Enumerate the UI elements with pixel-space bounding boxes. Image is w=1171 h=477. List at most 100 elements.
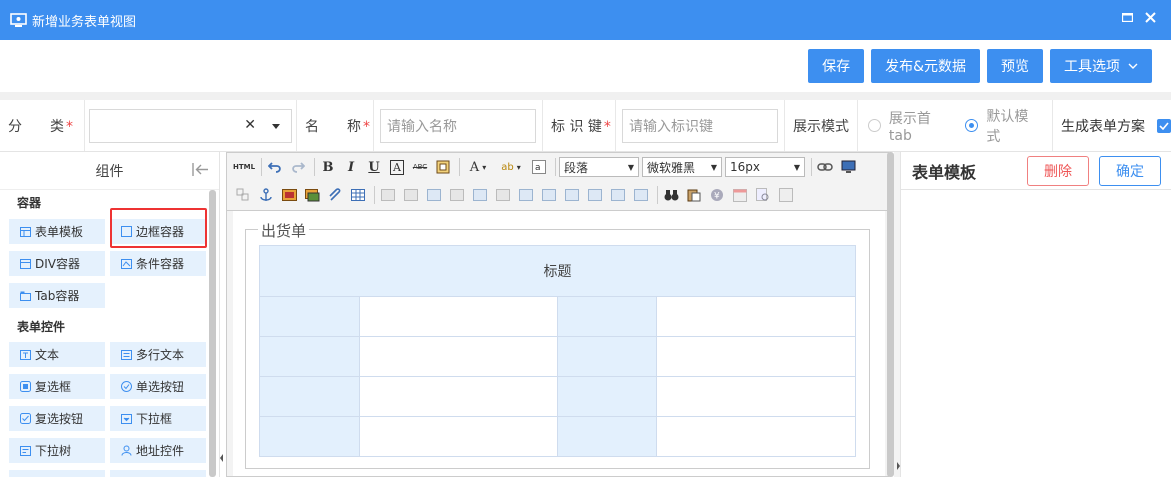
table-label-cell[interactable] — [557, 376, 658, 417]
calendar-icon[interactable] — [730, 185, 750, 205]
delete-table-icon[interactable] — [378, 185, 398, 205]
person-icon — [120, 445, 132, 457]
collapse-left-icon[interactable] — [192, 163, 209, 180]
font-color-button[interactable]: A ▾ — [463, 157, 493, 177]
highlight-color-button[interactable]: ab ▾ — [496, 157, 526, 177]
font-border-icon[interactable]: A — [387, 157, 407, 177]
components-scrollbar[interactable] — [209, 190, 216, 477]
close-icon[interactable] — [1144, 11, 1157, 24]
split-rows-icon[interactable] — [608, 185, 628, 205]
font-family-select[interactable]: 微软雅黑 ▼ — [642, 157, 722, 177]
split-cells-icon[interactable] — [585, 185, 605, 205]
preview-button[interactable]: 预览 — [987, 49, 1043, 83]
unlink-icon[interactable] — [233, 185, 253, 205]
insert-col-icon[interactable] — [470, 185, 490, 205]
table-value-cell[interactable] — [656, 336, 856, 377]
blank-doc-icon[interactable] — [776, 185, 796, 205]
format-painter-icon[interactable] — [433, 157, 453, 177]
table-label-cell[interactable] — [557, 416, 658, 457]
table-value-cell[interactable] — [656, 376, 856, 417]
font-size-select[interactable]: 16px ▼ — [725, 157, 805, 177]
table-value-cell[interactable] — [358, 296, 559, 337]
multi-image-icon[interactable] — [302, 185, 322, 205]
category-select[interactable]: ✕ — [89, 108, 292, 143]
key-input[interactable]: 请输入标识键 — [622, 108, 778, 143]
table-label-cell[interactable] — [259, 376, 360, 417]
table-label-cell[interactable] — [259, 416, 360, 457]
underline-button[interactable]: U — [364, 157, 384, 177]
comp-tab-container[interactable]: Tab容器 — [9, 283, 105, 308]
radio-first-tab[interactable]: 展示首tab — [868, 108, 953, 144]
table-label-cell[interactable] — [259, 296, 360, 337]
display-mode-options: 展示首tab 默认模式 — [858, 100, 1053, 151]
comp-text[interactable]: 文本 — [9, 342, 105, 367]
comp-checkbox[interactable]: 复选框 — [9, 374, 105, 399]
section-form-controls: 表单控件 — [17, 320, 66, 334]
table-value-cell[interactable] — [656, 416, 856, 457]
split-cols-icon[interactable] — [631, 185, 651, 205]
currency-icon[interactable]: ¥ — [707, 185, 727, 205]
table-value-cell[interactable] — [358, 376, 559, 417]
generate-checkbox[interactable] — [1157, 118, 1171, 133]
document-page[interactable]: 出货单 标题 — [233, 211, 885, 476]
bold-button[interactable]: B — [318, 157, 338, 177]
comp-dropdown[interactable]: 下拉框 — [110, 406, 206, 431]
merge-down-icon[interactable] — [562, 185, 582, 205]
undo-icon[interactable] — [265, 157, 285, 177]
comp-partial[interactable] — [9, 470, 105, 477]
table-label-cell[interactable] — [557, 296, 658, 337]
maximize-icon[interactable] — [1121, 11, 1134, 24]
paragraph-select[interactable]: 段落 ▼ — [559, 157, 639, 177]
comp-partial[interactable] — [110, 470, 206, 477]
expand-left-arrow-icon[interactable] — [219, 452, 224, 467]
generate-cell: 生成表单方案 — [1053, 100, 1171, 151]
comp-radio[interactable]: 单选按钮 — [110, 374, 206, 399]
panel-splitter[interactable] — [894, 152, 901, 477]
binoculars-icon[interactable] — [661, 185, 681, 205]
caption-icon[interactable] — [401, 185, 421, 205]
preview-monitor-icon[interactable] — [838, 157, 858, 177]
caret-down-icon[interactable] — [272, 123, 280, 129]
table-label-cell[interactable] — [557, 336, 658, 377]
comp-check-button[interactable]: 复选按钮 — [9, 406, 105, 431]
delete-row-icon[interactable] — [447, 185, 467, 205]
insert-row-icon[interactable] — [424, 185, 444, 205]
insert-table-icon[interactable] — [348, 185, 368, 205]
name-input[interactable]: 请输入名称 — [380, 108, 536, 143]
merge-right-icon[interactable] — [539, 185, 559, 205]
border-container-fieldset[interactable]: 出货单 标题 — [245, 220, 870, 469]
comp-dropdown-tree[interactable]: 下拉树 — [9, 438, 105, 463]
comp-div-container[interactable]: DIV容器 — [9, 251, 105, 276]
comp-multiline-text[interactable]: 多行文本 — [110, 342, 206, 367]
confirm-button[interactable]: 确定 — [1099, 155, 1161, 186]
link-icon[interactable] — [815, 157, 835, 177]
save-button[interactable]: 保存 — [808, 49, 865, 83]
publish-button[interactable]: 发布&元数据 — [871, 49, 980, 83]
chevron-down-icon — [1128, 61, 1138, 72]
paste-icon[interactable] — [684, 185, 704, 205]
attachment-icon[interactable] — [325, 185, 345, 205]
anchor-icon[interactable] — [256, 185, 276, 205]
html-source-button[interactable]: HTML — [233, 157, 255, 177]
comp-form-template[interactable]: 表单模板 — [9, 219, 105, 244]
radio-default-mode[interactable]: 默认模式 — [965, 106, 1042, 146]
table-value-cell[interactable] — [358, 416, 559, 457]
table-value-cell[interactable] — [358, 336, 559, 377]
comp-address[interactable]: 地址控件 — [110, 438, 206, 463]
delete-col-icon[interactable] — [493, 185, 513, 205]
merge-cells-icon[interactable] — [516, 185, 536, 205]
strikethrough-button[interactable]: ABC — [410, 157, 430, 177]
clear-icon[interactable]: ✕ — [244, 117, 256, 133]
text-box-icon[interactable]: a — [529, 157, 549, 177]
image-icon[interactable] — [279, 185, 299, 205]
italic-button[interactable]: I — [341, 157, 361, 177]
search-doc-icon[interactable] — [753, 185, 773, 205]
table-value-cell[interactable] — [656, 296, 856, 337]
table-title-cell[interactable]: 标题 — [259, 245, 856, 297]
editor-scrollbar[interactable] — [887, 152, 894, 477]
tools-dropdown-button[interactable]: 工具选项 — [1050, 49, 1152, 83]
table-label-cell[interactable] — [259, 336, 360, 377]
comp-condition-container[interactable]: 条件容器 — [110, 251, 206, 276]
delete-button[interactable]: 删除 — [1027, 155, 1089, 186]
redo-icon[interactable] — [288, 157, 308, 177]
